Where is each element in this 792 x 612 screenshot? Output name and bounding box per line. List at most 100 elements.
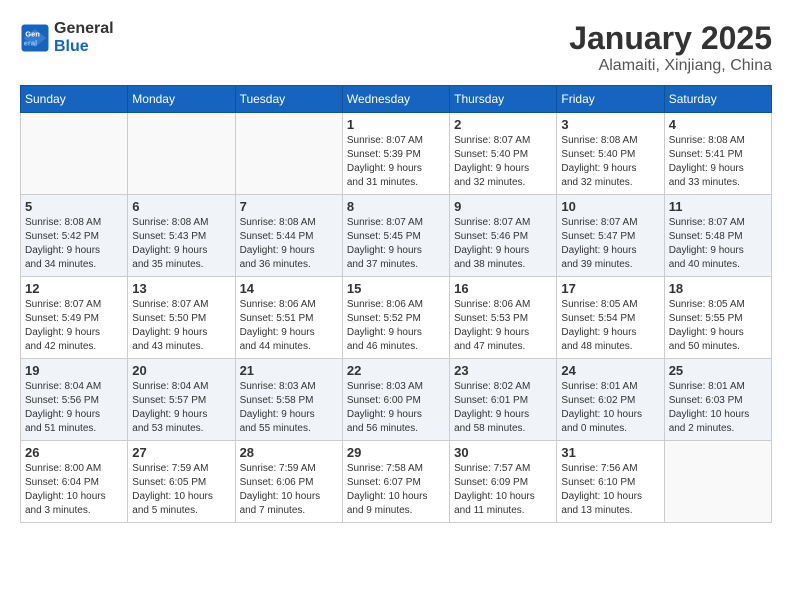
day-number: 15 [347,281,445,296]
calendar-cell [128,113,235,195]
calendar-week-row: 19Sunrise: 8:04 AM Sunset: 5:56 PM Dayli… [21,359,772,441]
weekday-header-sunday: Sunday [21,86,128,113]
day-info: Sunrise: 8:01 AM Sunset: 6:02 PM Dayligh… [561,380,659,436]
day-number: 2 [454,117,552,132]
day-number: 11 [669,199,767,214]
day-number: 20 [132,363,230,378]
day-number: 16 [454,281,552,296]
day-info: Sunrise: 7:57 AM Sunset: 6:09 PM Dayligh… [454,462,552,518]
calendar-cell: 17 Sunrise: 8:05 AM Sunset: 5:54 PM Dayli… [557,277,664,359]
weekday-header-thursday: Thursday [450,86,557,113]
logo-blue: Blue [54,38,114,56]
calendar-cell: 12Sunrise: 8:07 AM Sunset: 5:49 PM Dayli… [21,277,128,359]
day-number: 13 [132,281,230,296]
day-number: 21 [240,363,338,378]
calendar-cell: 8Sunrise: 8:07 AM Sunset: 5:45 PM Daylig… [342,195,449,277]
calendar-cell: 9 Sunrise: 8:07 AM Sunset: 5:46 PM Daylig… [450,195,557,277]
logo: Gen eral General Blue [20,20,114,55]
calendar-week-row: 12Sunrise: 8:07 AM Sunset: 5:49 PM Dayli… [21,277,772,359]
day-info: Sunrise: 8:05 AM Sunset: 5:54 PM Dayligh… [561,298,659,354]
day-info: Sunrise: 8:08 AM Sunset: 5:41 PM Dayligh… [669,134,767,190]
calendar-cell: 26 Sunrise: 8:00 AM Sunset: 6:04 PM Dayli… [21,441,128,523]
day-number: 31 [561,445,659,460]
day-number: 23 [454,363,552,378]
day-number: 29 [347,445,445,460]
calendar-cell: 30Sunrise: 7:57 AM Sunset: 6:09 PM Dayli… [450,441,557,523]
day-info: Sunrise: 8:07 AM Sunset: 5:47 PM Dayligh… [561,216,659,272]
calendar-cell: 11 Sunrise: 8:07 AM Sunset: 5:48 PM Dayli… [664,195,771,277]
calendar-cell: 28Sunrise: 7:59 AM Sunset: 6:06 PM Dayli… [235,441,342,523]
day-info: Sunrise: 8:07 AM Sunset: 5:40 PM Dayligh… [454,134,552,190]
day-info: Sunrise: 8:00 AM Sunset: 6:04 PM Dayligh… [25,462,123,518]
weekday-header-tuesday: Tuesday [235,86,342,113]
day-info: Sunrise: 8:04 AM Sunset: 5:57 PM Dayligh… [132,380,230,436]
calendar-cell [664,441,771,523]
calendar-cell: 4 Sunrise: 8:08 AM Sunset: 5:41 PM Daylig… [664,113,771,195]
day-info: Sunrise: 8:08 AM Sunset: 5:40 PM Dayligh… [561,134,659,190]
day-info: Sunrise: 8:06 AM Sunset: 5:51 PM Dayligh… [240,298,338,354]
day-number: 17 [561,281,659,296]
calendar-cell: 22 Sunrise: 8:03 AM Sunset: 6:00 PM Dayli… [342,359,449,441]
day-number: 26 [25,445,123,460]
calendar-cell: 10Sunrise: 8:07 AM Sunset: 5:47 PM Dayli… [557,195,664,277]
calendar-cell: 19Sunrise: 8:04 AM Sunset: 5:56 PM Dayli… [21,359,128,441]
calendar-cell: 20 Sunrise: 8:04 AM Sunset: 5:57 PM Dayli… [128,359,235,441]
day-info: Sunrise: 8:07 AM Sunset: 5:48 PM Dayligh… [669,216,767,272]
day-number: 25 [669,363,767,378]
day-number: 24 [561,363,659,378]
day-number: 22 [347,363,445,378]
calendar-cell: 29 Sunrise: 7:58 AM Sunset: 6:07 PM Dayli… [342,441,449,523]
calendar-cell [235,113,342,195]
logo-icon: Gen eral [20,23,50,53]
day-info: Sunrise: 7:58 AM Sunset: 6:07 PM Dayligh… [347,462,445,518]
svg-text:eral: eral [24,38,37,47]
day-number: 4 [669,117,767,132]
location-subtitle: Alamaiti, Xinjiang, China [569,57,772,75]
day-info: Sunrise: 7:59 AM Sunset: 6:06 PM Dayligh… [240,462,338,518]
page-header: Gen eral General Blue January 2025 Alama… [20,20,772,75]
day-info: Sunrise: 8:04 AM Sunset: 5:56 PM Dayligh… [25,380,123,436]
logo-general: General [54,20,114,38]
day-info: Sunrise: 8:06 AM Sunset: 5:52 PM Dayligh… [347,298,445,354]
day-number: 1 [347,117,445,132]
day-info: Sunrise: 8:07 AM Sunset: 5:46 PM Dayligh… [454,216,552,272]
calendar-cell: 15 Sunrise: 8:06 AM Sunset: 5:52 PM Dayli… [342,277,449,359]
calendar-table: SundayMondayTuesdayWednesdayThursdayFrid… [20,85,772,523]
svg-text:Gen: Gen [25,29,40,38]
calendar-cell: 7 Sunrise: 8:08 AM Sunset: 5:44 PM Daylig… [235,195,342,277]
calendar-cell: 24 Sunrise: 8:01 AM Sunset: 6:02 PM Dayli… [557,359,664,441]
calendar-cell: 14 Sunrise: 8:06 AM Sunset: 5:51 PM Dayli… [235,277,342,359]
calendar-cell: 25Sunrise: 8:01 AM Sunset: 6:03 PM Dayli… [664,359,771,441]
day-info: Sunrise: 8:03 AM Sunset: 6:00 PM Dayligh… [347,380,445,436]
calendar-week-row: 1Sunrise: 8:07 AM Sunset: 5:39 PM Daylig… [21,113,772,195]
day-info: Sunrise: 8:07 AM Sunset: 5:45 PM Dayligh… [347,216,445,272]
day-number: 3 [561,117,659,132]
calendar-cell: 18Sunrise: 8:05 AM Sunset: 5:55 PM Dayli… [664,277,771,359]
weekday-header-friday: Friday [557,86,664,113]
calendar-cell: 3 Sunrise: 8:08 AM Sunset: 5:40 PM Daylig… [557,113,664,195]
weekday-header-wednesday: Wednesday [342,86,449,113]
day-info: Sunrise: 7:59 AM Sunset: 6:05 PM Dayligh… [132,462,230,518]
calendar-week-row: 5Sunrise: 8:08 AM Sunset: 5:42 PM Daylig… [21,195,772,277]
day-number: 12 [25,281,123,296]
day-info: Sunrise: 8:08 AM Sunset: 5:44 PM Dayligh… [240,216,338,272]
weekday-header-saturday: Saturday [664,86,771,113]
calendar-week-row: 26 Sunrise: 8:00 AM Sunset: 6:04 PM Dayli… [21,441,772,523]
day-info: Sunrise: 8:06 AM Sunset: 5:53 PM Dayligh… [454,298,552,354]
calendar-cell: 1Sunrise: 8:07 AM Sunset: 5:39 PM Daylig… [342,113,449,195]
day-info: Sunrise: 8:08 AM Sunset: 5:42 PM Dayligh… [25,216,123,272]
day-number: 14 [240,281,338,296]
calendar-cell: 16 Sunrise: 8:06 AM Sunset: 5:53 PM Dayli… [450,277,557,359]
day-info: Sunrise: 8:02 AM Sunset: 6:01 PM Dayligh… [454,380,552,436]
day-number: 9 [454,199,552,214]
day-info: Sunrise: 7:56 AM Sunset: 6:10 PM Dayligh… [561,462,659,518]
day-number: 18 [669,281,767,296]
calendar-cell: 23 Sunrise: 8:02 AM Sunset: 6:01 PM Dayli… [450,359,557,441]
day-info: Sunrise: 8:07 AM Sunset: 5:50 PM Dayligh… [132,298,230,354]
calendar-cell: 6Sunrise: 8:08 AM Sunset: 5:43 PM Daylig… [128,195,235,277]
calendar-cell [21,113,128,195]
calendar-cell: 21Sunrise: 8:03 AM Sunset: 5:58 PM Dayli… [235,359,342,441]
day-number: 7 [240,199,338,214]
weekday-header-monday: Monday [128,86,235,113]
month-title: January 2025 [569,20,772,57]
